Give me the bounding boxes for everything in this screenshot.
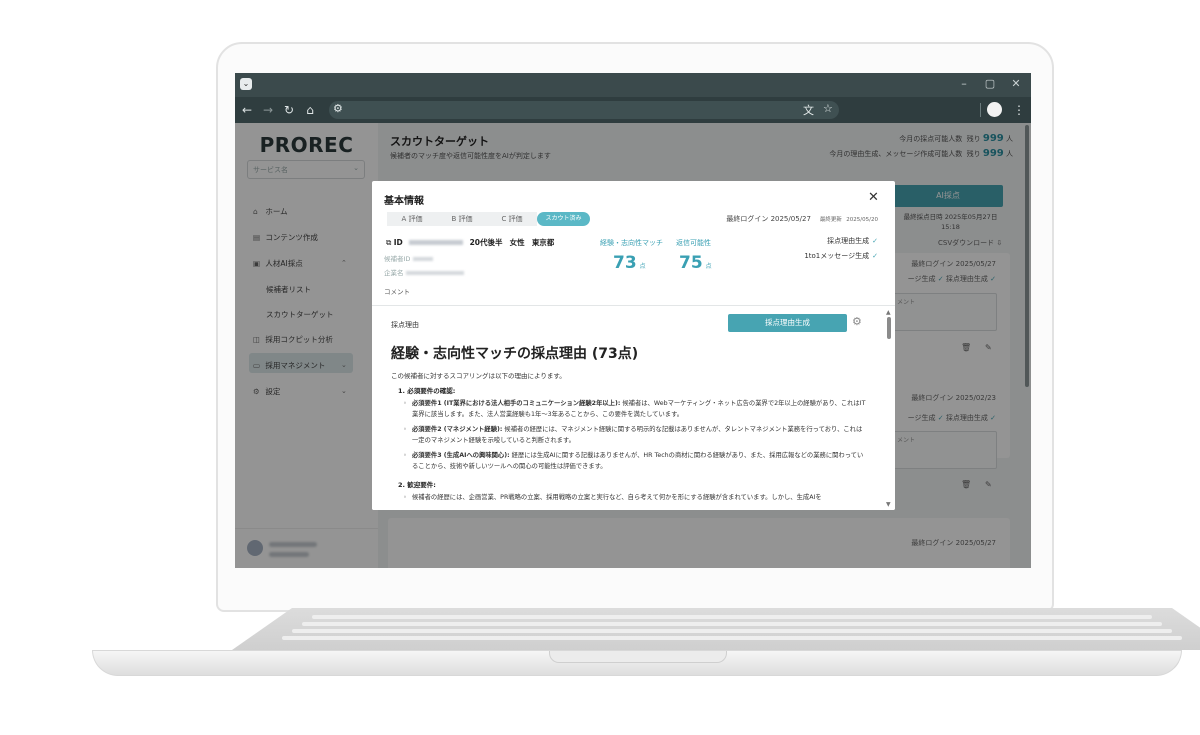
scroll-down-icon[interactable]: ▼ xyxy=(886,501,891,508)
section-welcome: 2. 歓迎要件: xyxy=(398,481,436,489)
requirement-item: 必須要件2 (マネジメント経験): 候補者の経歴には、マネジメント経験に関する明… xyxy=(403,425,867,446)
reason-intro: この候補者に対するスコアリングは以下の理由によります。 xyxy=(391,372,566,380)
tab-a-rating[interactable]: A 評価 xyxy=(387,212,437,226)
requirement-item: 必須要件1 (IT業界における法人相手のコミュニケーション経験2年以上): 候補… xyxy=(403,399,867,420)
forward-icon[interactable]: → xyxy=(260,102,276,118)
gear-icon[interactable]: ⚙ xyxy=(852,315,862,328)
opening-notch xyxy=(549,651,727,663)
reason-heading: 経験・志向性マッチの採点理由 (73点) xyxy=(391,346,639,362)
bookmark-star-icon[interactable]: ☆ xyxy=(823,102,833,115)
modal-title: 基本情報 xyxy=(384,196,424,207)
close-icon[interactable]: ✕ xyxy=(868,190,879,205)
laptop-front xyxy=(92,650,1182,676)
reload-icon[interactable]: ↻ xyxy=(281,102,297,118)
external-link-icon[interactable]: ⧉ xyxy=(386,238,391,247)
keyboard-deck xyxy=(232,608,1200,650)
match-score-label: 経験・志向性マッチ xyxy=(600,239,663,247)
company-redacted xyxy=(405,271,464,275)
candidate-summary: ⧉ ID 20代後半 女性 東京都 xyxy=(386,238,555,247)
candidate-id-redacted xyxy=(412,257,433,261)
profile-avatar-icon[interactable] xyxy=(987,102,1002,117)
browser-toolbar: ← → ↻ ⌂ ⚙ 文 ☆ ⋮ xyxy=(235,97,1031,123)
comment-label: コメント xyxy=(384,288,410,296)
back-icon[interactable]: ← xyxy=(239,102,255,118)
message-generated-status: 1to1メッセージ生成 ✓ xyxy=(804,252,878,260)
reason-generated-status: 採点理由生成 ✓ xyxy=(827,237,878,245)
browser-titlebar: ⌄ – ▢ ✕ xyxy=(235,73,1031,97)
scrollbar-thumb[interactable] xyxy=(887,317,891,339)
key-row xyxy=(302,622,1162,626)
id-redacted xyxy=(409,240,464,245)
key-row xyxy=(282,636,1182,640)
tab-c-rating[interactable]: C 評価 xyxy=(487,212,537,226)
requirement-item: 必須要件3 (生成AIへの興味関心): 経歴には生成AIに関する記載はありません… xyxy=(403,451,867,472)
section-required: 1. 必須要件の確認: xyxy=(398,387,456,395)
reason-panel: 採点理由 採点理由生成 ⚙ 経験・志向性マッチの採点理由 (73点) この候補者… xyxy=(372,306,895,510)
modal-dates: 最終ログイン 2025/05/27 最終更新 2025/05/20 xyxy=(726,215,878,223)
toolbar-divider xyxy=(980,103,981,117)
key-row xyxy=(312,615,1152,619)
modal-scrollbar[interactable]: ▲ ▼ xyxy=(885,309,893,509)
maximize-icon[interactable]: ▢ xyxy=(983,77,997,91)
generate-reason-button[interactable]: 採点理由生成 xyxy=(728,314,847,332)
scouted-status-badge: スカウト済み xyxy=(537,212,590,226)
key-row xyxy=(292,629,1172,633)
tab-search-icon[interactable]: ⌄ xyxy=(240,78,252,90)
candidate-detail-modal: 基本情報 ✕ A 評価 B 評価 C 評価 スカウト済み 最終ログイン 2025… xyxy=(372,181,895,510)
site-settings-icon[interactable]: ⚙ xyxy=(333,102,343,115)
address-bar[interactable]: ⚙ 文 ☆ xyxy=(329,101,839,119)
reply-score: 75 点 xyxy=(679,253,712,273)
match-score: 73 点 xyxy=(613,253,646,273)
tab-b-rating[interactable]: B 評価 xyxy=(437,212,487,226)
translate-icon[interactable]: 文 xyxy=(803,102,814,118)
close-window-icon[interactable]: ✕ xyxy=(1009,77,1023,91)
home-icon[interactable]: ⌂ xyxy=(302,102,318,118)
reason-section-label: 採点理由 xyxy=(391,321,419,329)
menu-kebab-icon[interactable]: ⋮ xyxy=(1011,102,1027,118)
minimize-icon[interactable]: – xyxy=(957,77,971,91)
reply-score-label: 返信可能性 xyxy=(676,239,711,247)
scroll-up-icon[interactable]: ▲ xyxy=(886,309,891,316)
laptop-base xyxy=(92,608,1200,678)
screen: ⌄ – ▢ ✕ ← → ↻ ⌂ ⚙ 文 ☆ ⋮ PROREC サービス名 ⌄ ⌂… xyxy=(235,73,1031,568)
welcome-item: 候補者の経歴には、企画営業、PR戦略の立案、採用戦略の立案と実行など、自ら考えて… xyxy=(403,493,867,504)
candidate-id-row: 候補者ID xyxy=(384,253,433,263)
company-row: 企業名 xyxy=(384,267,464,277)
